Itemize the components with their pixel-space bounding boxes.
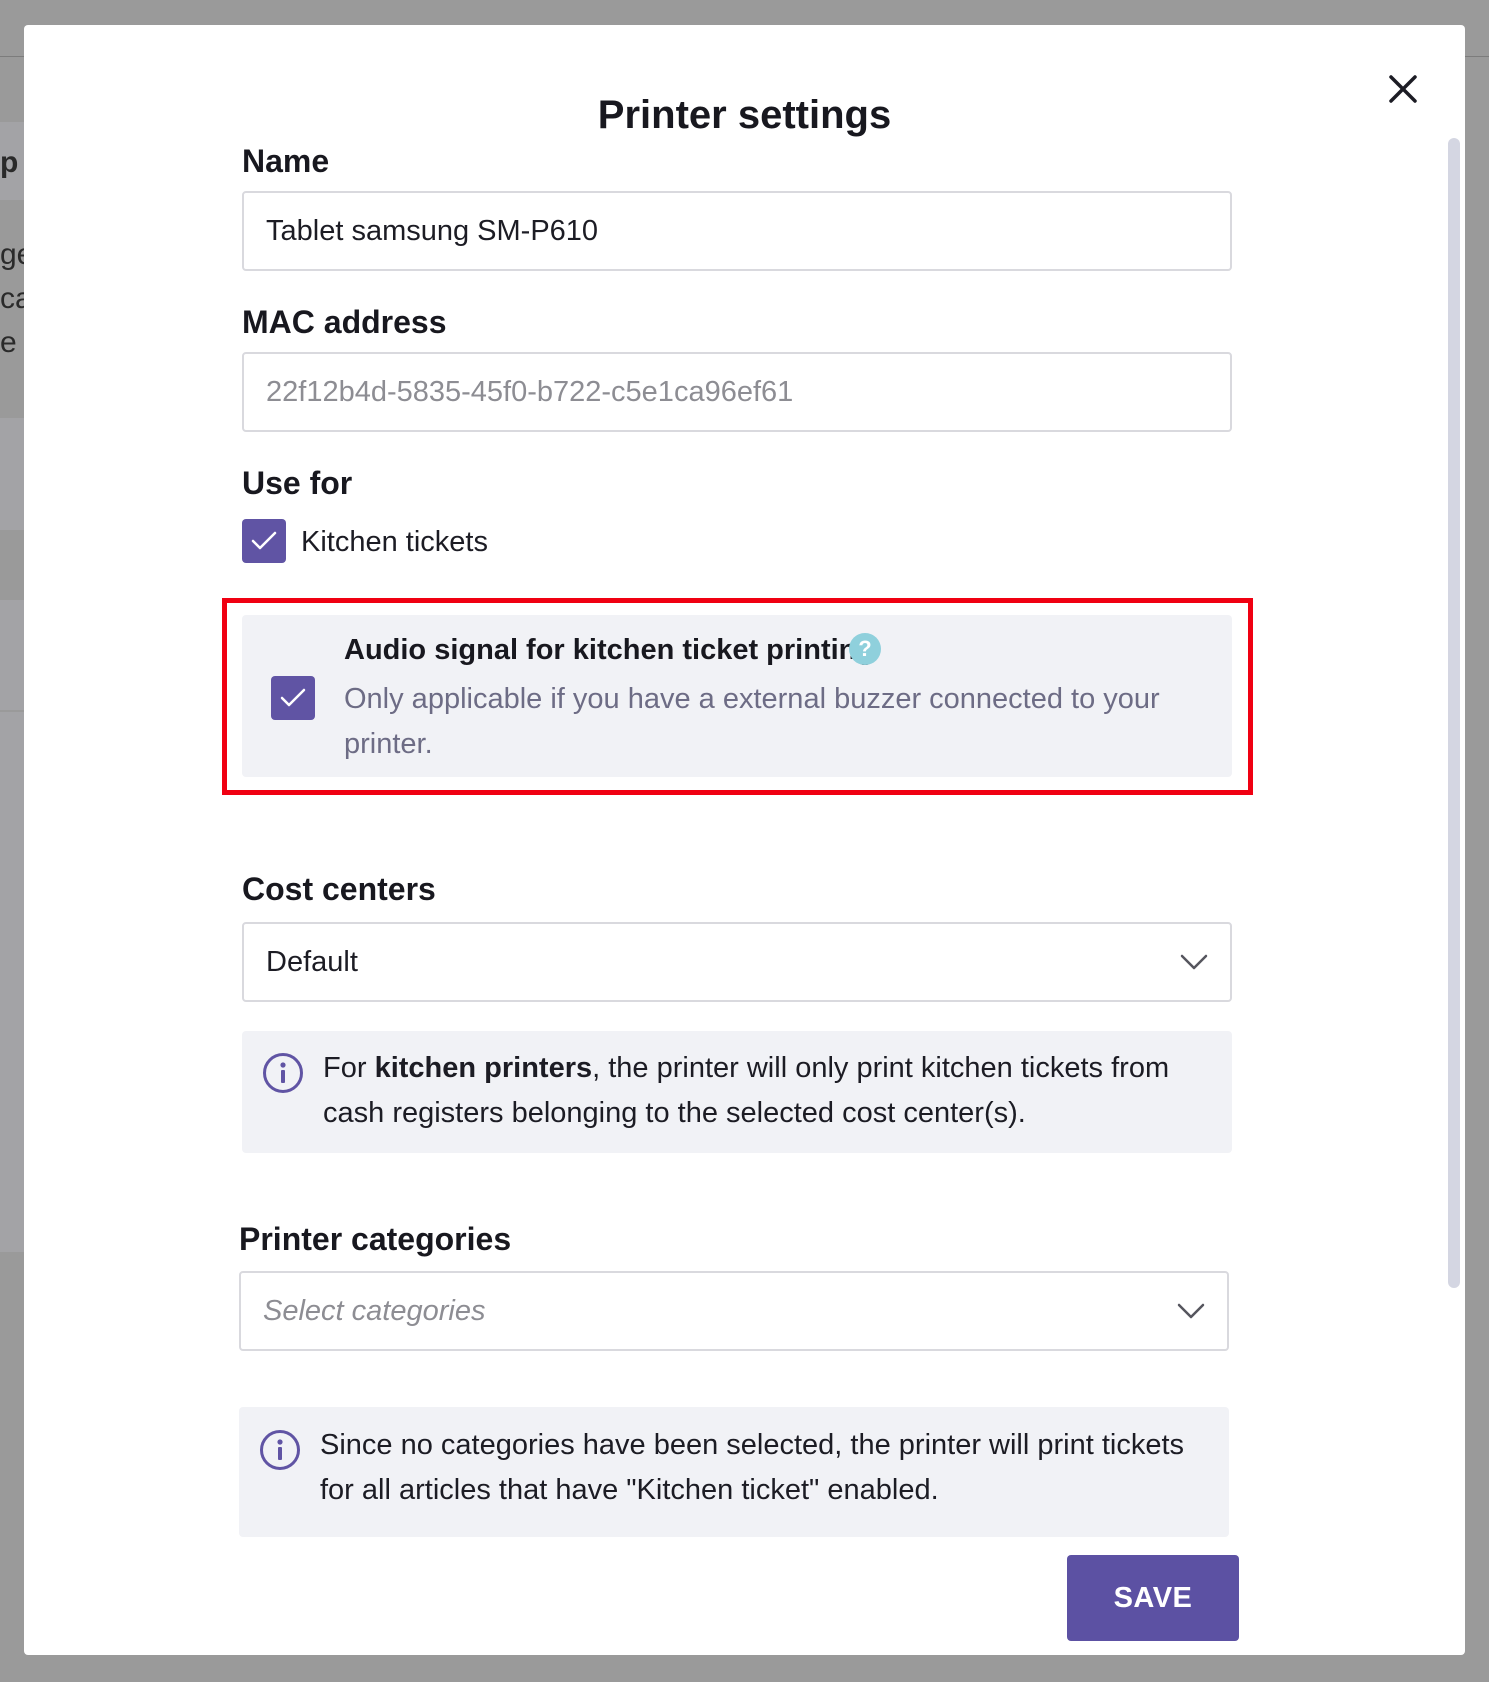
cost-centers-select[interactable]: Default: [242, 922, 1232, 1002]
printer-categories-label: Printer categories: [239, 1221, 512, 1257]
chevron-down-icon: [1177, 1303, 1205, 1319]
mac-address-value: 22f12b4d-5835-45f0-b722-c5e1ca96ef61: [266, 375, 794, 408]
name-input[interactable]: Tablet samsung SM-P610: [242, 191, 1232, 271]
info-text-prefix: For: [323, 1052, 375, 1084]
info-text-bold: kitchen printers: [374, 1052, 593, 1084]
printer-categories-placeholder: Select categories: [263, 1294, 486, 1327]
printer-categories-info-text: Since no categories have been selected, …: [320, 1429, 1185, 1506]
cost-centers-info-text: For kitchen printers, the printer will o…: [323, 1046, 1218, 1136]
kitchen-tickets-checkbox[interactable]: [242, 519, 286, 563]
printer-categories-select[interactable]: Select categories: [239, 1271, 1229, 1351]
background-divider-right: [1465, 56, 1489, 57]
background-text: p: [0, 146, 19, 179]
mac-address-input[interactable]: 22f12b4d-5835-45f0-b722-c5e1ca96ef61: [242, 352, 1232, 432]
use-for-label: Use for: [242, 465, 353, 501]
name-label: Name: [242, 143, 330, 179]
background-divider: [0, 56, 24, 57]
audio-signal-description: Only applicable if you have a external b…: [344, 683, 1160, 760]
background-text: ca: [0, 282, 24, 315]
background-panel: [0, 712, 24, 1252]
checkmark-icon: [280, 688, 306, 707]
info-icon: [260, 1430, 300, 1470]
kitchen-tickets-label: Kitchen tickets: [301, 526, 488, 558]
background-text: ge: [0, 238, 24, 271]
background-row: [0, 600, 24, 710]
background-row: [0, 418, 24, 530]
cost-centers-label: Cost centers: [242, 871, 436, 907]
checkmark-icon: [251, 531, 277, 550]
modal-title: Printer settings: [597, 93, 892, 137]
audio-signal-checkbox[interactable]: [271, 676, 315, 720]
close-button[interactable]: [1379, 65, 1427, 113]
printer-settings-modal: Printer settings Name Tablet samsung SM-…: [24, 25, 1465, 1655]
cost-centers-selected: Default: [266, 945, 358, 978]
background-text: e g: [0, 326, 24, 359]
close-icon: [1389, 75, 1417, 103]
audio-signal-title: Audio signal for kitchen ticket printing: [344, 634, 875, 666]
mac-address-label: MAC address: [242, 304, 447, 340]
help-icon[interactable]: ?: [849, 633, 881, 665]
name-input-value: Tablet samsung SM-P610: [266, 214, 599, 247]
info-icon: [263, 1053, 303, 1093]
scrollbar-thumb[interactable]: [1448, 138, 1460, 1288]
chevron-down-icon: [1180, 954, 1208, 970]
save-button[interactable]: SAVE: [1067, 1555, 1239, 1641]
